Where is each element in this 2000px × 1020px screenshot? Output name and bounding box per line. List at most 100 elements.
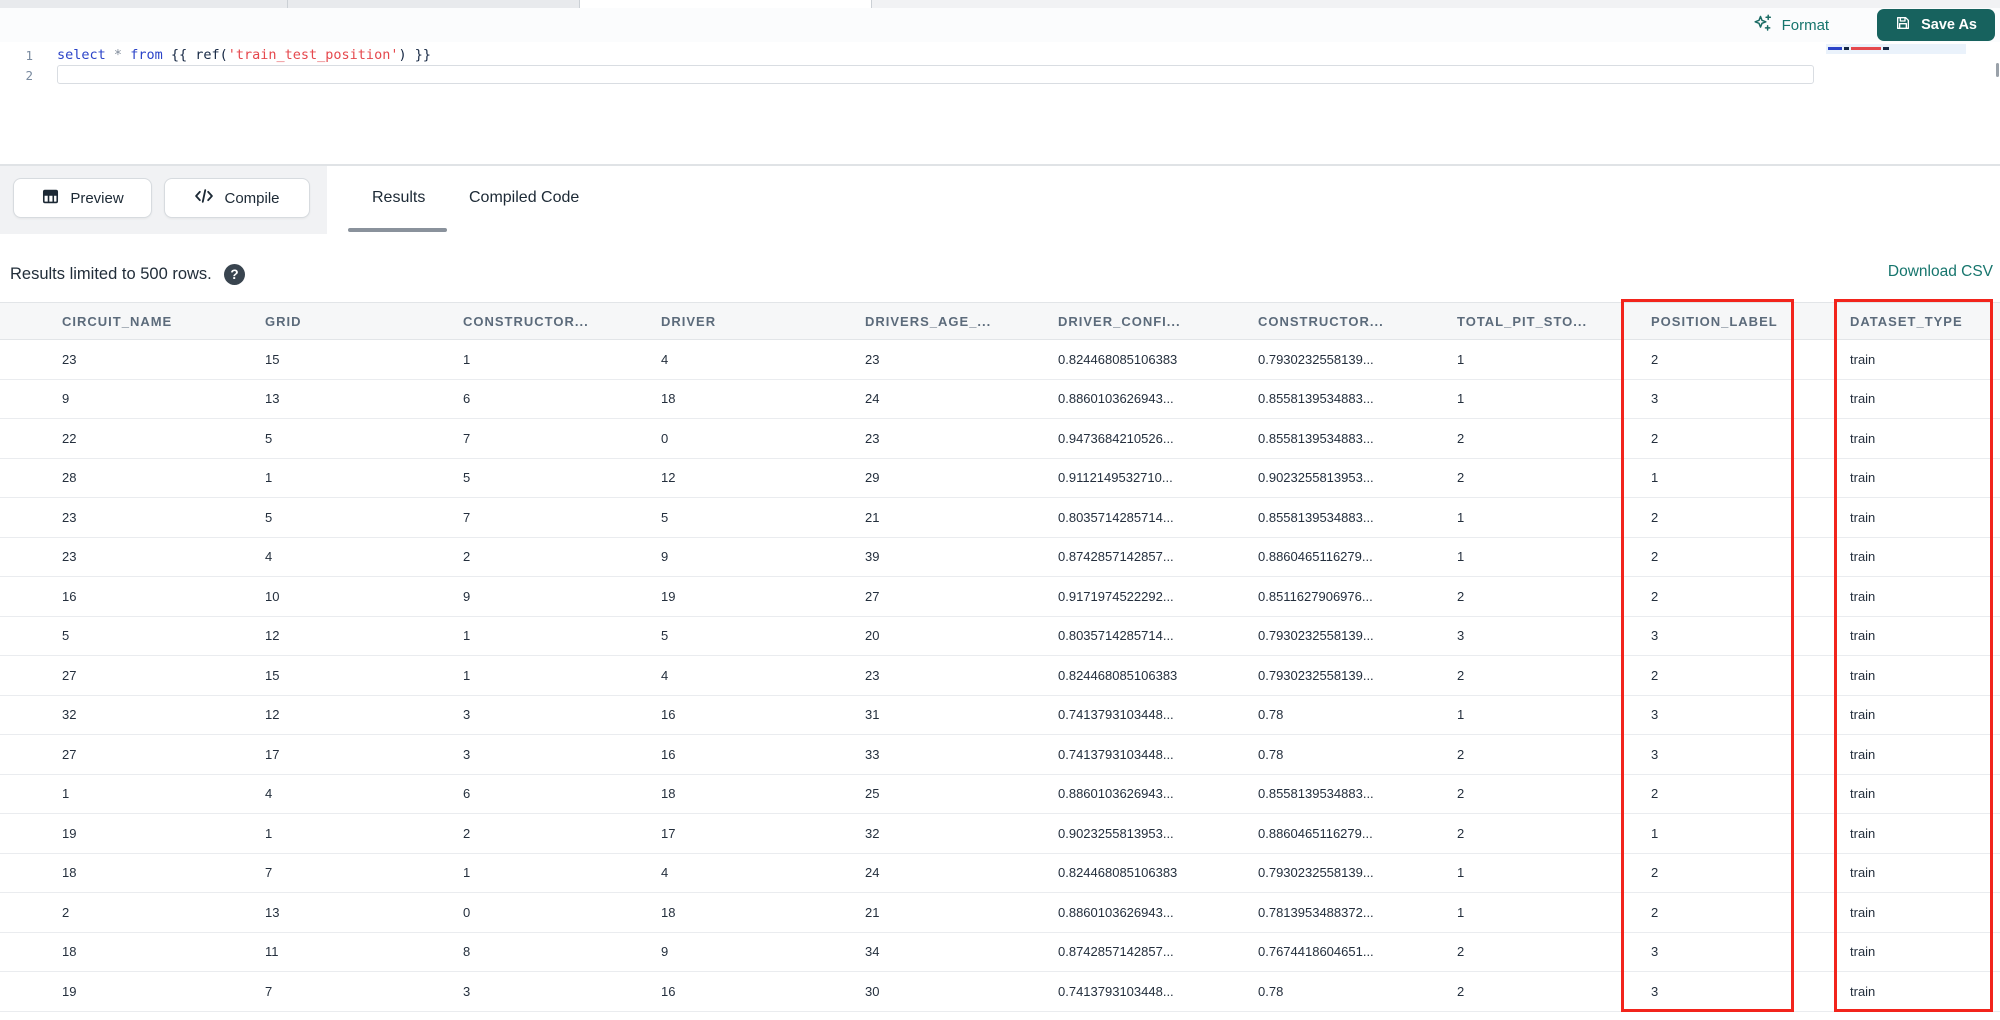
- table-cell: 0.9473684210526...: [1058, 430, 1174, 446]
- table-cell: 2: [463, 825, 471, 841]
- table-cell: 0.7674418604651...: [1258, 944, 1374, 960]
- table-cell: 23: [865, 351, 880, 367]
- help-icon[interactable]: ?: [224, 264, 245, 285]
- table-cell: 16: [661, 707, 676, 723]
- table-cell: 0.7813953488372...: [1258, 904, 1374, 920]
- file-tab[interactable]: [288, 0, 580, 8]
- table-cell: 0: [463, 904, 471, 920]
- table-cell: 12: [661, 470, 676, 486]
- line-number: 2: [25, 67, 33, 83]
- table-cell: 0.8860465116279...: [1258, 549, 1373, 565]
- table-cell: 13: [265, 904, 280, 920]
- table-cell: 5: [463, 470, 471, 486]
- compile-button[interactable]: Compile: [164, 178, 310, 218]
- table-cell: 0.8742857142857...: [1058, 944, 1174, 960]
- code-icon: [194, 187, 214, 209]
- table-cell: 7: [463, 509, 471, 525]
- table-cell: 0.8860103626943...: [1058, 391, 1174, 407]
- table-cell: 0.9112149532710...: [1058, 470, 1173, 486]
- table-cell: 3: [463, 707, 471, 723]
- table-cell: 9: [62, 391, 70, 407]
- column-header[interactable]: CONSTRUCTOR...: [463, 314, 661, 329]
- table-cell: 1: [265, 470, 273, 486]
- minimap-mark: [1844, 47, 1849, 50]
- save-as-button[interactable]: Save As: [1877, 9, 1995, 41]
- preview-button[interactable]: Preview: [13, 178, 152, 218]
- save-as-label: Save As: [1921, 17, 1977, 33]
- table-cell: 5: [265, 509, 273, 525]
- table-cell: 16: [661, 984, 676, 999]
- table-cell: 0.7930232558139...: [1258, 628, 1374, 644]
- table-cell: 1: [463, 865, 471, 881]
- tab-results[interactable]: Results: [372, 189, 425, 207]
- tab-compiled-code[interactable]: Compiled Code: [469, 189, 579, 207]
- column-header[interactable]: DRIVER: [661, 314, 865, 329]
- table-cell: 7: [463, 430, 471, 446]
- save-icon: [1895, 15, 1911, 35]
- table-cell: 7: [265, 984, 273, 999]
- table-cell: 6: [463, 391, 471, 407]
- table-cell: 17: [661, 825, 676, 841]
- download-csv-link[interactable]: Download CSV: [1888, 263, 1993, 281]
- table-cell: 0.9171974522292...: [1058, 588, 1174, 604]
- table-cell: 0.7930232558139...: [1258, 865, 1374, 881]
- table-cell: 18: [661, 904, 676, 920]
- table-cell: 23: [62, 549, 77, 565]
- table-cell: 15: [265, 351, 280, 367]
- table-cell: 27: [865, 588, 880, 604]
- table-cell: 0.9023255813953...: [1058, 825, 1174, 841]
- table-cell: 0.8035714285714...: [1058, 628, 1174, 644]
- table-cell: 5: [265, 430, 273, 446]
- editor-toolbar: Format Save As: [0, 8, 2000, 42]
- file-tab[interactable]: [0, 0, 288, 8]
- table-cell: 0.8860465116279...: [1258, 825, 1373, 841]
- table-cell: 4: [265, 786, 273, 802]
- table-cell: 19: [62, 984, 77, 999]
- table-cell: 16: [661, 746, 676, 762]
- active-file-tab[interactable]: [580, 0, 872, 8]
- table-cell: 5: [661, 509, 669, 525]
- table-cell: 13: [265, 391, 280, 407]
- dbt-ide-root: Format Save As 1 select * from {{ ref('t…: [0, 0, 2000, 1020]
- table-cell: 1: [463, 351, 471, 367]
- column-header[interactable]: GRID: [265, 314, 463, 329]
- table-cell: 18: [62, 944, 77, 960]
- editor-scrollbar[interactable]: [1996, 63, 1999, 77]
- table-cell: 0.824468085106383: [1058, 667, 1178, 683]
- column-header[interactable]: DRIVERS_AGE_...: [865, 314, 1058, 329]
- table-cell: 1: [265, 825, 273, 841]
- table-cell: 0.8742857142857...: [1058, 549, 1174, 565]
- table-cell: 4: [265, 549, 273, 565]
- column-header[interactable]: CONSTRUCTOR...: [1258, 314, 1457, 329]
- table-cell: 0.7930232558139...: [1258, 351, 1374, 367]
- table-cell: 27: [62, 746, 77, 762]
- table-cell: 27: [62, 667, 77, 683]
- format-button[interactable]: Format: [1753, 13, 1829, 37]
- table-cell: 25: [865, 786, 880, 802]
- table-cell: 23: [62, 351, 77, 367]
- table-cell: 12: [265, 707, 280, 723]
- table-cell: 15: [265, 667, 280, 683]
- column-header[interactable]: CIRCUIT_NAME: [0, 314, 265, 329]
- table-cell: 0.8558139534883...: [1258, 509, 1374, 525]
- table-cell: 18: [661, 786, 676, 802]
- sparkles-icon: [1753, 13, 1773, 37]
- table-cell: 28: [62, 470, 77, 486]
- minimap-mark: [1851, 47, 1881, 50]
- table-cell: 32: [865, 825, 880, 841]
- table-cell: 39: [865, 549, 880, 565]
- table-cell: 6: [463, 786, 471, 802]
- table-cell: 9: [661, 944, 669, 960]
- column-header[interactable]: DRIVER_CONFI...: [1058, 314, 1258, 329]
- table-grid-icon: [41, 187, 60, 210]
- table-cell: 0.7413793103448...: [1058, 707, 1174, 723]
- table-cell: 5: [62, 628, 70, 644]
- minimap[interactable]: [1826, 44, 1966, 54]
- table-cell: 18: [62, 865, 77, 881]
- code-editor[interactable]: 1 select * from {{ ref('train_test_posit…: [0, 42, 2000, 165]
- table-cell: 22: [62, 430, 77, 446]
- table-cell: 0.8860103626943...: [1058, 904, 1174, 920]
- code-line-1: 1 select * from {{ ref('train_test_posit…: [0, 45, 2000, 65]
- table-cell: 24: [865, 865, 880, 881]
- table-cell: 0: [661, 430, 669, 446]
